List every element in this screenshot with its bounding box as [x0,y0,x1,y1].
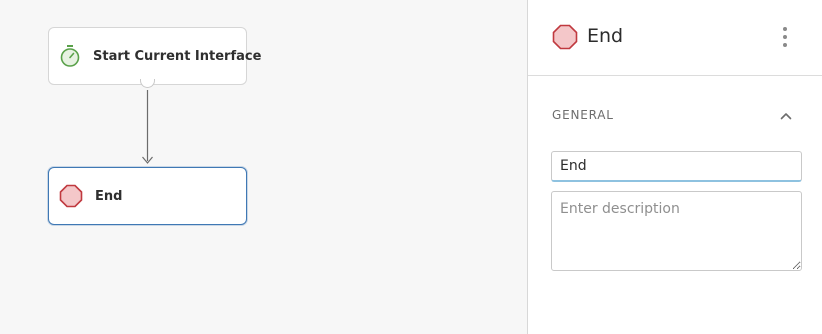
node-end-label: End [95,188,123,204]
panel-header: End [528,0,822,76]
chevron-up-icon[interactable] [778,108,794,124]
more-vertical-icon[interactable] [778,27,792,47]
stop-octagon-icon [552,24,578,50]
node-start[interactable]: Start Current Interface [48,27,261,85]
name-input[interactable] [551,151,802,182]
stop-octagon-icon [59,184,83,208]
stopwatch-icon [59,44,81,68]
panel-title: End [587,25,624,47]
section-title-general: GENERAL [552,108,614,122]
node-start-label: Start Current Interface [93,48,262,64]
flow-canvas[interactable]: Start Current Interface End [0,0,527,334]
properties-panel: End GENERAL [528,0,822,334]
description-textarea[interactable] [551,191,802,271]
app-root: Start Current Interface End End GENERAL [0,0,822,334]
node-end[interactable]: End [48,167,247,225]
